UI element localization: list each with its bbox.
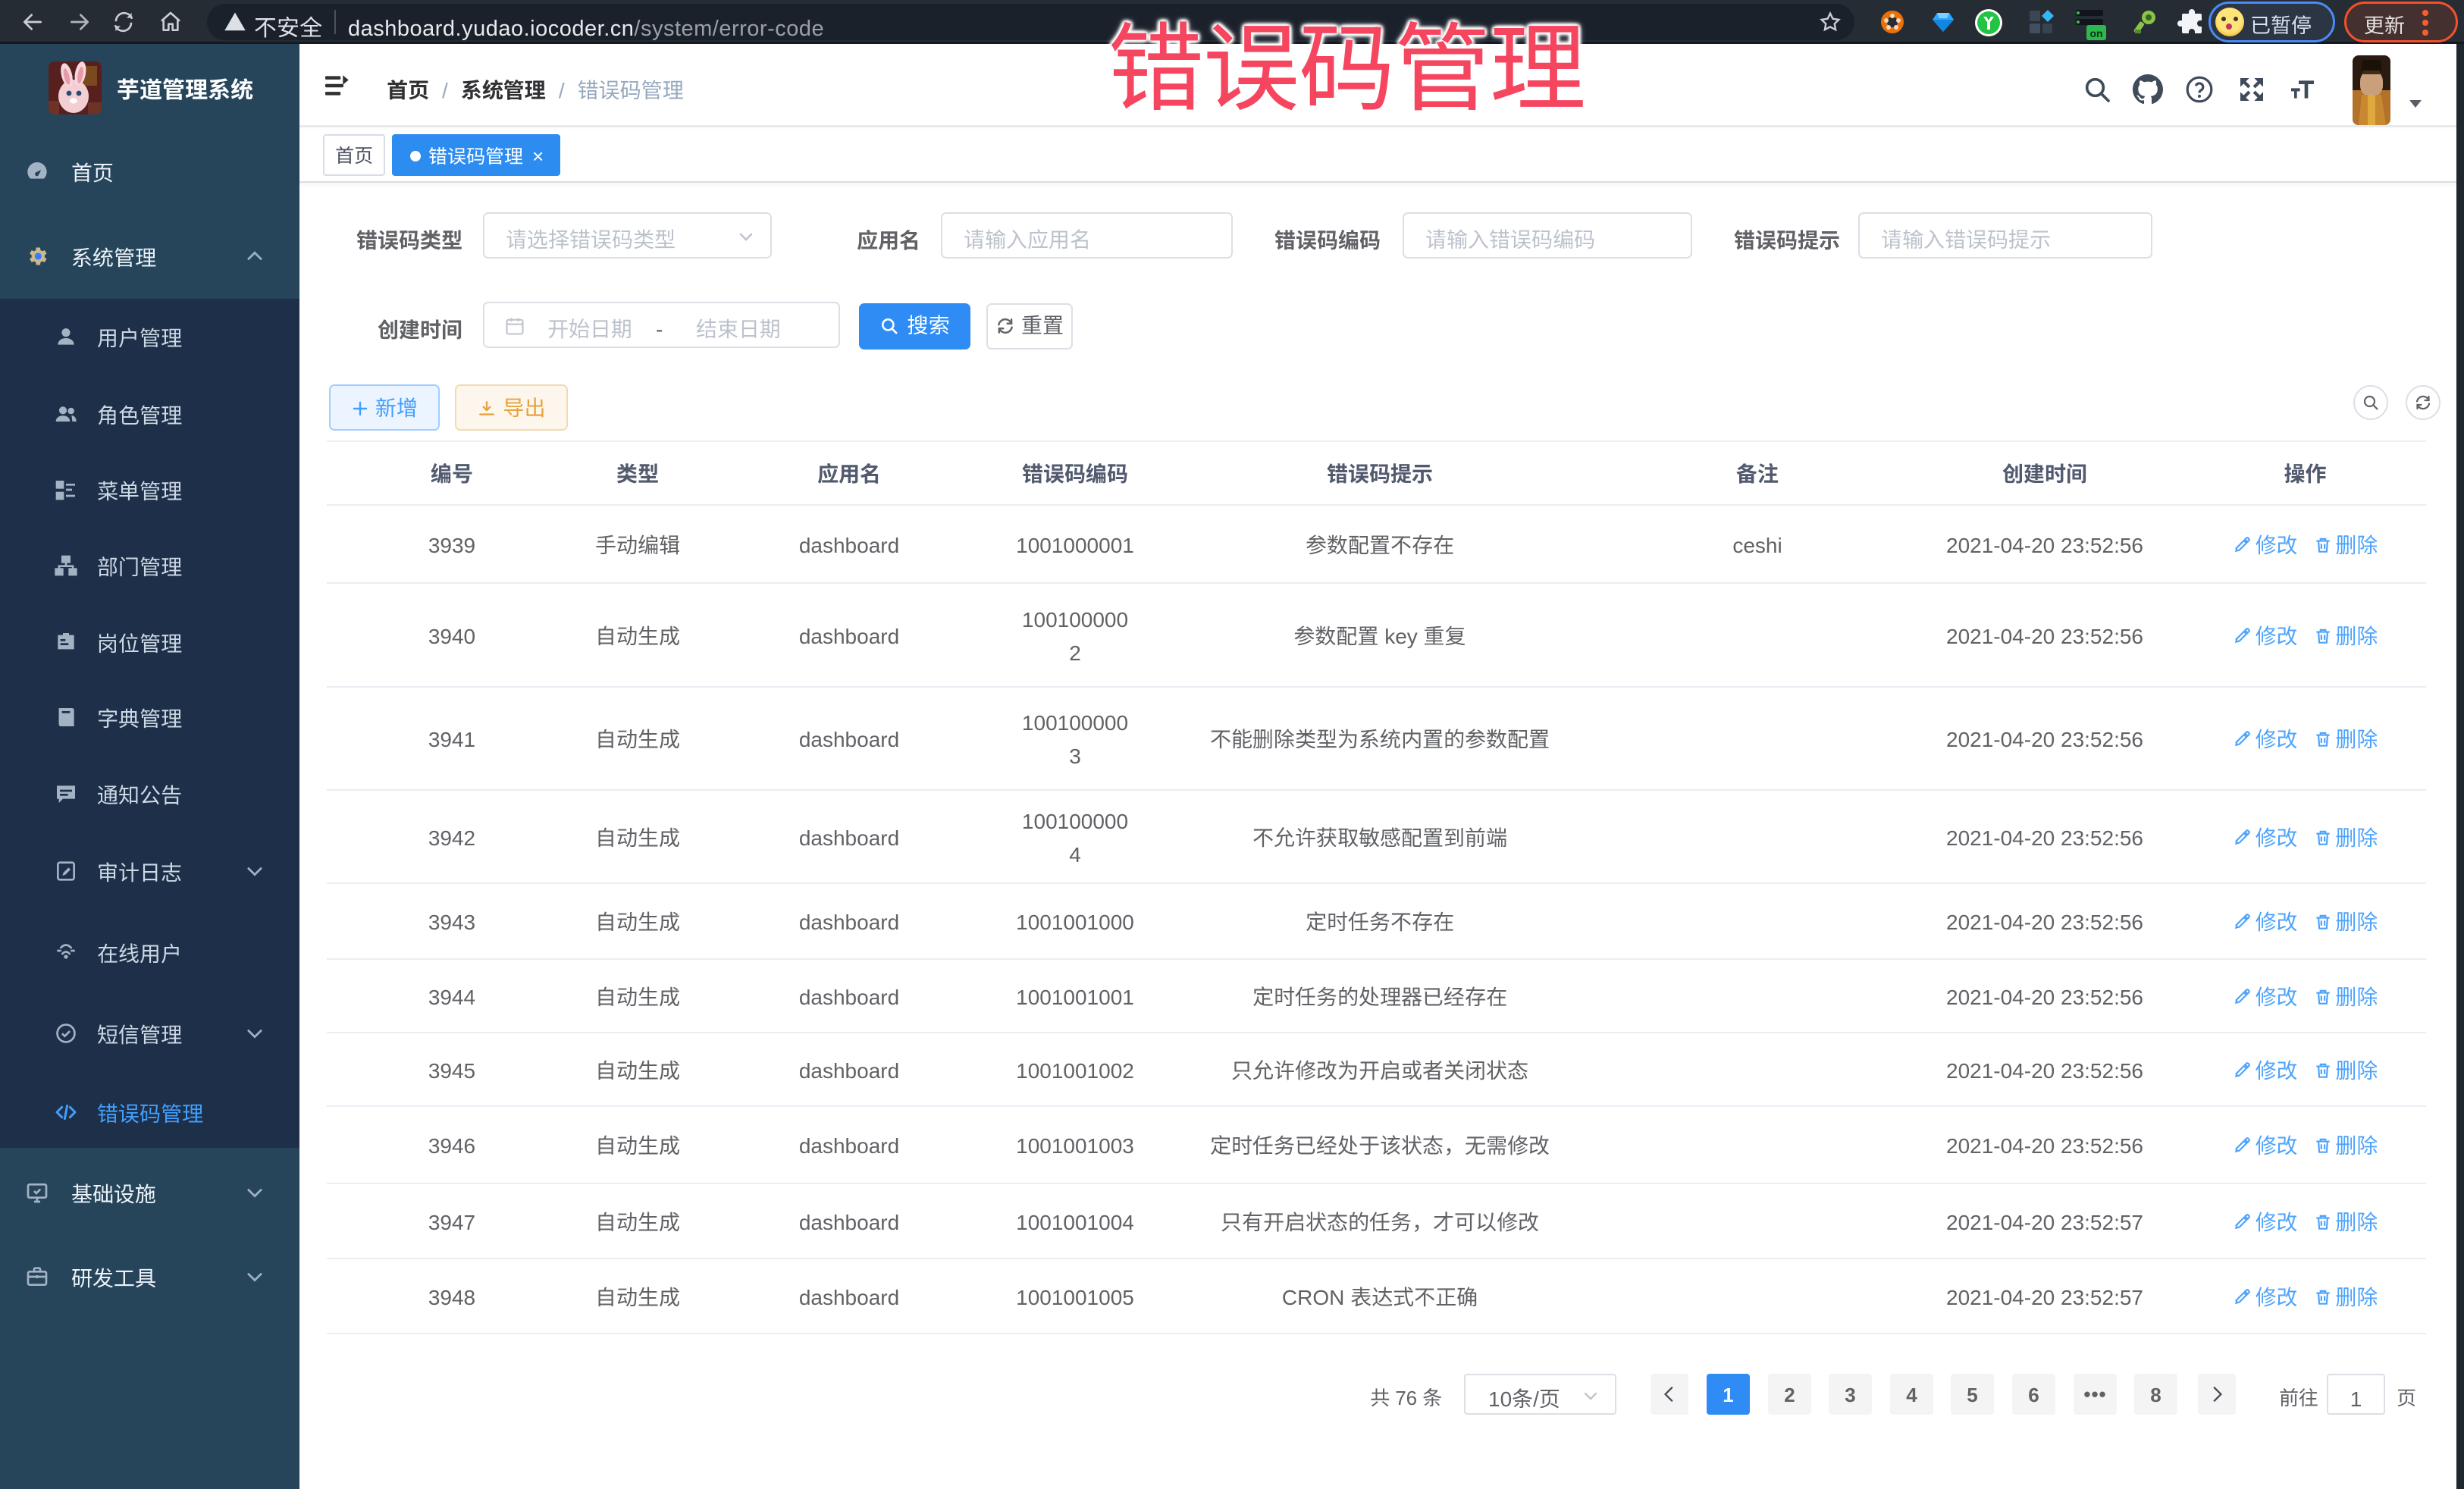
svg-text:on: on xyxy=(2089,26,2102,41)
